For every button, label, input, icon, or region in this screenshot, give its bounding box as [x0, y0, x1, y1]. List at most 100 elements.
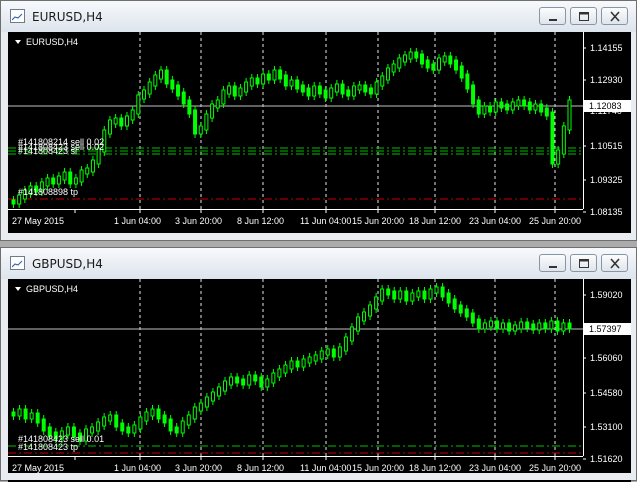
time-tick-label: 3 Jun 20:00	[175, 463, 222, 473]
candle	[543, 319, 548, 333]
candle	[238, 84, 243, 100]
candle	[452, 295, 457, 313]
title-bar[interactable]: GBPUSD,H4	[1, 248, 636, 279]
chart-window-eurusd[interactable]: EURUSD,H4 EURUSD,H4 #141808214 sell 0.02…	[0, 0, 637, 241]
candle	[204, 393, 209, 411]
order-label: #141808423 tp	[18, 442, 78, 452]
candle	[522, 96, 527, 110]
candle	[368, 301, 373, 320]
current-price-label: 1.12083	[589, 101, 622, 111]
candle	[340, 80, 345, 98]
restore-button[interactable]	[570, 7, 597, 25]
candle	[56, 172, 61, 188]
candle	[300, 81, 305, 96]
close-icon	[610, 11, 620, 22]
candle	[476, 96, 481, 118]
candle	[244, 78, 249, 96]
candle	[391, 60, 396, 76]
candle	[505, 100, 510, 114]
price-tick-label: 1.59020	[590, 290, 623, 300]
candle	[567, 319, 572, 333]
candle	[550, 108, 555, 168]
price-chart[interactable]: GBPUSD,H4 #141808423 sell 0.01 #14180842…	[8, 279, 631, 482]
candle	[507, 319, 512, 335]
chart-menu-triangle-icon[interactable]	[15, 40, 21, 44]
minimize-button[interactable]	[539, 254, 566, 272]
candle	[402, 51, 407, 66]
candle	[23, 405, 28, 423]
candle	[227, 82, 232, 98]
restore-button[interactable]	[570, 254, 597, 272]
time-tick-label: 25 Jun 20:00	[529, 463, 581, 473]
chart-window-icon	[10, 9, 25, 23]
price-tick-label: 1.54580	[590, 388, 623, 398]
candle	[141, 86, 146, 103]
candle	[488, 102, 493, 116]
close-icon	[610, 258, 620, 269]
candle	[482, 319, 487, 333]
candle	[120, 419, 125, 435]
candle	[380, 72, 385, 90]
close-button[interactable]	[601, 254, 628, 272]
candle	[334, 80, 339, 96]
candle	[210, 100, 215, 122]
time-tick-label: 8 Jun 12:00	[237, 216, 284, 226]
candle	[346, 86, 351, 100]
candle	[156, 405, 161, 423]
candle	[442, 52, 447, 66]
candle	[499, 98, 504, 112]
candle	[266, 70, 271, 84]
minimize-icon	[549, 19, 557, 21]
order-label: #141808898 tp	[18, 187, 78, 197]
candle	[440, 283, 445, 301]
candle	[229, 373, 234, 389]
candle	[317, 82, 322, 98]
candle	[425, 56, 430, 72]
candle	[470, 309, 475, 327]
candle	[198, 399, 203, 415]
candle	[283, 71, 288, 90]
candle	[385, 64, 390, 84]
candle	[494, 317, 499, 333]
candle	[349, 323, 354, 345]
candle	[533, 100, 538, 114]
time-tick-label: 27 May 2015	[12, 216, 64, 226]
candle	[357, 81, 362, 94]
time-tick-label: 23 Jun 04:00	[469, 463, 521, 473]
minimize-button[interactable]	[539, 7, 566, 25]
candle	[404, 287, 409, 305]
candle	[159, 66, 164, 83]
time-tick-label: 15 Jun 20:00	[352, 216, 404, 226]
minimize-icon	[549, 266, 557, 268]
time-tick-label: 27 May 2015	[12, 463, 64, 473]
candle	[555, 317, 560, 335]
candle	[249, 74, 254, 90]
candle	[319, 347, 324, 363]
candle	[181, 88, 186, 108]
candle	[380, 285, 385, 305]
window-title: GBPUSD,H4	[32, 257, 103, 271]
candle	[216, 383, 221, 400]
candle	[537, 319, 542, 334]
candle	[323, 86, 328, 102]
candle	[107, 116, 112, 138]
chart-canvas[interactable]: EURUSD,H4 #141808214 sell 0.02 #14180842…	[8, 32, 631, 235]
chart-window-gbpusd[interactable]: GBPUSD,H4 GBPUSD,H4 #141808423 sell 0.01…	[0, 247, 637, 482]
time-tick-label: 8 Jun 12:00	[237, 463, 284, 473]
candle	[527, 98, 532, 114]
candle	[126, 423, 131, 437]
candle	[337, 343, 342, 361]
close-button[interactable]	[601, 7, 628, 25]
chart-menu-triangle-icon[interactable]	[15, 287, 21, 291]
symbol-label: GBPUSD,H4	[26, 284, 78, 294]
candle	[114, 411, 119, 431]
candle	[162, 411, 167, 427]
chart-canvas[interactable]: GBPUSD,H4 #141808423 sell 0.01 #14180842…	[8, 279, 631, 482]
time-tick-label: 15 Jun 20:00	[352, 463, 404, 473]
candle	[482, 102, 487, 118]
price-chart[interactable]: EURUSD,H4 #141808214 sell 0.02 #14180842…	[8, 32, 631, 235]
candle	[397, 54, 402, 72]
title-bar[interactable]: EURUSD,H4	[1, 1, 636, 32]
candle	[174, 423, 179, 437]
candle	[343, 333, 348, 355]
